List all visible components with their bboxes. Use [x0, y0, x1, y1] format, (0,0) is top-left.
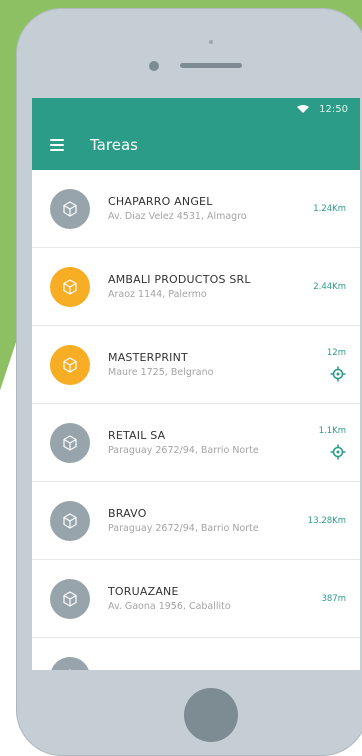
- package-icon: [50, 422, 90, 463]
- task-distance: 12m: [326, 347, 346, 358]
- location-target-icon[interactable]: [330, 444, 346, 460]
- menu-icon[interactable]: [50, 139, 64, 151]
- package-icon: [50, 500, 90, 541]
- task-meta: 2.44Km: [313, 248, 346, 325]
- status-time: 12:50: [319, 103, 348, 115]
- home-button[interactable]: [184, 688, 238, 742]
- task-info: FAME: [108, 669, 360, 671]
- camera-icon: [209, 40, 213, 44]
- task-row[interactable]: RETAIL SA Paraguay 2672/94, Barrio Norte 1…: [32, 404, 360, 482]
- status-bar: 12:50: [32, 98, 360, 120]
- package-icon: [50, 266, 90, 307]
- task-info: MASTERPRINT Maure 1725, Belgrano: [108, 351, 360, 378]
- task-distance: 387m: [321, 593, 346, 604]
- task-row[interactable]: AMBALI PRODUCTOS SRL Araoz 1144, Palermo 2…: [32, 248, 360, 326]
- task-name: FAME: [108, 669, 360, 671]
- task-meta: 12m: [327, 326, 346, 403]
- task-meta: 1.1Km: [319, 404, 346, 481]
- task-meta: 13.28Km: [308, 482, 346, 559]
- package-icon: [50, 188, 90, 229]
- speaker-grille: [180, 63, 242, 68]
- package-icon: [50, 578, 90, 619]
- app-screen: 12:50 Tareas CHAPARRO ANGEL Av. Diaz Vele…: [32, 98, 360, 670]
- task-row[interactable]: FAME: [32, 638, 360, 670]
- task-distance: 2.44Km: [313, 281, 346, 292]
- task-list: CHAPARRO ANGEL Av. Diaz Velez 4531, Almag…: [32, 170, 360, 670]
- task-row[interactable]: TORUAZANE Av. Gaona 1956, Caballito 387m: [32, 560, 360, 638]
- task-name: MASTERPRINT: [108, 351, 188, 364]
- task-row[interactable]: BRAVO Paraguay 2672/94, Barrio Norte 13.28…: [32, 482, 360, 560]
- front-camera-icon: [149, 61, 159, 71]
- task-meta: 1.24Km: [313, 170, 346, 247]
- wifi-icon: [297, 105, 310, 113]
- task-meta: 387m: [321, 560, 346, 637]
- task-distance: 1.1Km: [318, 425, 346, 436]
- task-distance: 13.28Km: [307, 515, 346, 526]
- location-target-icon[interactable]: [330, 366, 346, 382]
- task-row[interactable]: CHAPARRO ANGEL Av. Diaz Velez 4531, Almag…: [32, 170, 360, 248]
- package-icon: [50, 344, 90, 385]
- page-title: Tareas: [90, 136, 138, 154]
- task-row[interactable]: MASTERPRINT Maure 1725, Belgrano 12m: [32, 326, 360, 404]
- task-address: Maure 1725, Belgrano: [108, 367, 214, 378]
- package-icon: [50, 656, 90, 670]
- task-distance: 1.24Km: [313, 203, 346, 214]
- app-toolbar: Tareas: [32, 120, 360, 170]
